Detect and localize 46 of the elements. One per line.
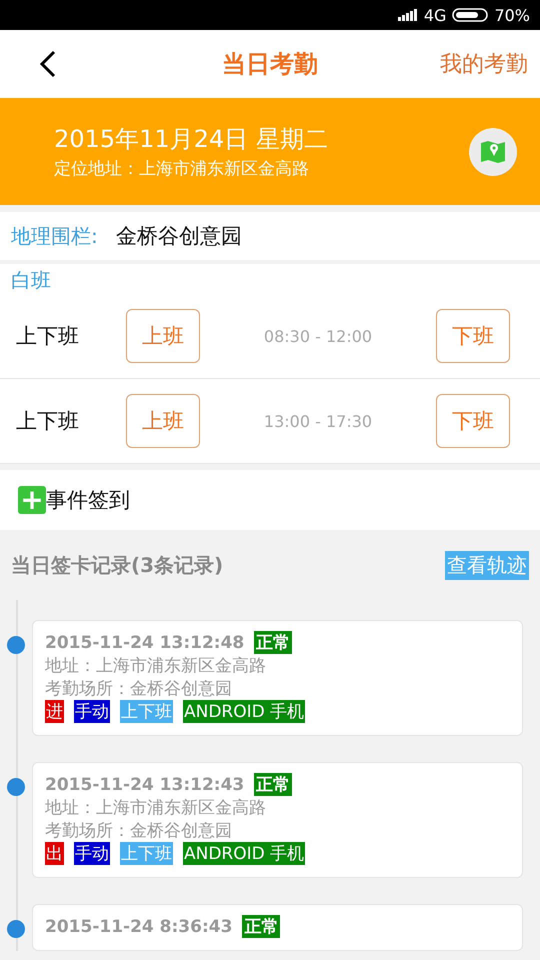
record-time: 2015-11-24 13:12:43 bbox=[45, 774, 244, 794]
event-checkin-label: 事件签到 bbox=[46, 487, 130, 514]
network-label: 4G bbox=[424, 6, 446, 24]
battery-label: 70% bbox=[494, 6, 530, 24]
record-place: 考勤场所：金桥谷创意园 bbox=[45, 678, 233, 700]
my-attendance-link[interactable]: 我的考勤 bbox=[440, 49, 528, 79]
check-out-button[interactable]: 下班 bbox=[436, 394, 510, 448]
battery-icon bbox=[452, 8, 488, 22]
timeline-dot bbox=[7, 920, 25, 938]
shift-label: 上下班 bbox=[16, 323, 80, 350]
check-out-button[interactable]: 下班 bbox=[436, 309, 510, 363]
status-tag: 正常 bbox=[242, 915, 280, 938]
page-title: 当日考勤 bbox=[222, 49, 318, 80]
event-checkin-row[interactable]: +事件签到 bbox=[0, 470, 540, 530]
status-tag: 正常 bbox=[254, 631, 292, 654]
record-tag: ANDROID 手机 bbox=[183, 700, 306, 723]
record-tag: 手动 bbox=[74, 842, 110, 865]
check-in-button[interactable]: 上班 bbox=[126, 309, 200, 363]
record-place: 考勤场所：金桥谷创意园 bbox=[45, 820, 233, 842]
timeline-dot bbox=[7, 778, 25, 796]
record-time: 2015-11-24 13:12:48 bbox=[45, 632, 244, 652]
record-address: 地址：上海市浦东新区金高路 bbox=[45, 797, 267, 819]
geofence-value: 金桥谷创意园 bbox=[116, 223, 242, 250]
shift-name: 白班 bbox=[10, 267, 52, 294]
record-tag: 出 bbox=[45, 842, 64, 865]
signal-icon bbox=[398, 9, 418, 21]
records-title: 当日签卡记录(3条记录) bbox=[11, 552, 224, 578]
geofence-label: 地理围栏: bbox=[11, 222, 98, 250]
shift-label: 上下班 bbox=[16, 408, 80, 435]
date-label: 2015年11月24日 星期二 bbox=[54, 124, 329, 155]
timeline-dot bbox=[7, 636, 25, 654]
record-tag: 手动 bbox=[74, 700, 110, 723]
record-address: 地址：上海市浦东新区金高路 bbox=[45, 655, 267, 677]
record-tag: 进 bbox=[45, 700, 64, 723]
view-track-button[interactable]: 查看轨迹 bbox=[445, 550, 529, 580]
record-time: 2015-11-24 8:36:43 bbox=[45, 916, 232, 936]
plus-icon: + bbox=[18, 486, 46, 514]
shift-time: 08:30 - 12:00 bbox=[262, 326, 374, 346]
check-in-button[interactable]: 上班 bbox=[126, 394, 200, 448]
back-icon[interactable] bbox=[38, 49, 58, 79]
location-label: 定位地址：上海市浦东新区金高路 bbox=[54, 158, 310, 180]
shift-time: 13:00 - 17:30 bbox=[262, 412, 374, 430]
record-tag: ANDROID 手机 bbox=[183, 842, 306, 865]
status-tag: 正常 bbox=[254, 773, 292, 796]
record-tag: 上下班 bbox=[120, 700, 173, 723]
record-tag: 上下班 bbox=[120, 842, 173, 865]
